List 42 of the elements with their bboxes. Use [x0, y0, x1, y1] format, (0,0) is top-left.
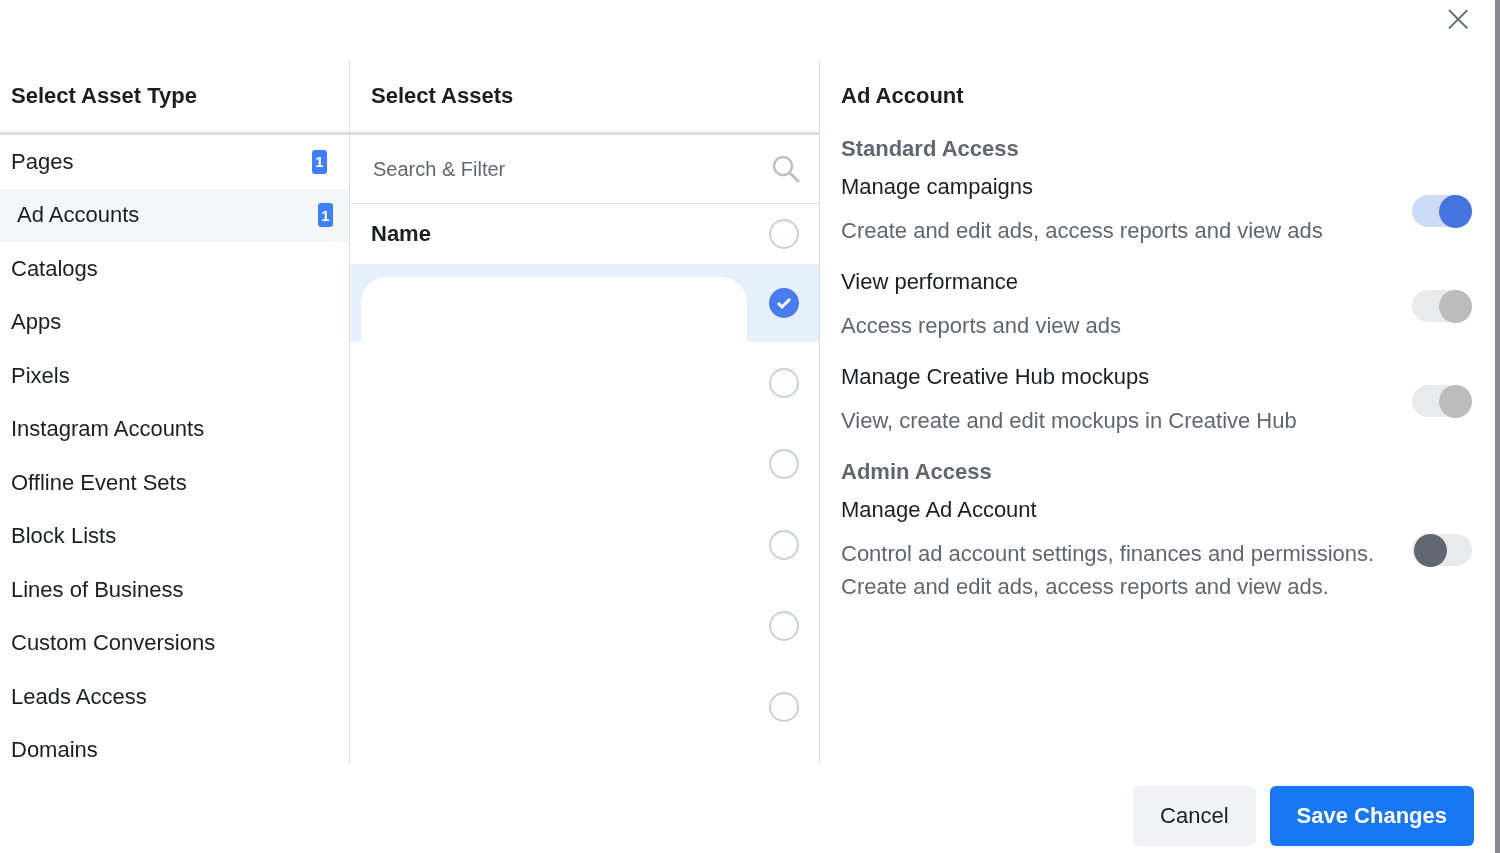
permission-title: Manage Creative Hub mockups: [841, 364, 1151, 390]
asset-type-item[interactable]: Pixels: [0, 349, 349, 403]
permission-title: View performance: [841, 269, 1019, 295]
asset-type-item[interactable]: Pages 1: [0, 135, 349, 189]
column-title: Select Assets: [371, 83, 514, 109]
count-badge: 1: [318, 203, 333, 228]
asset-checkbox[interactable]: [769, 367, 799, 398]
asset-type-item[interactable]: Apps: [0, 295, 349, 349]
permission-description: View, create and edit mockups in Creative Hub: [841, 407, 1297, 435]
asset-type-item[interactable]: Block Lists: [0, 509, 349, 563]
asset-type-item[interactable]: Domains: [0, 723, 349, 764]
save-button[interactable]: Save Changes: [1269, 786, 1474, 846]
asset-type-item[interactable]: Custom Conversions: [0, 616, 349, 670]
section-heading: Admin Access: [841, 459, 993, 485]
count-badge: 1: [312, 149, 327, 174]
asset-checkbox[interactable]: [769, 529, 799, 560]
toggle-switch[interactable]: [1412, 534, 1472, 566]
column-title: Select Asset Type: [11, 83, 197, 109]
select-all-checkbox[interactable]: [769, 219, 799, 249]
asset-type-item[interactable]: Instagram Accounts: [0, 402, 349, 456]
asset-type-item[interactable]: Lines of Business: [0, 563, 349, 617]
asset-checkbox[interactable]: [769, 448, 799, 479]
asset-checkbox[interactable]: [769, 691, 799, 722]
search-icon: [771, 154, 801, 184]
asset-type-item[interactable]: Catalogs: [0, 242, 349, 296]
permission-description: Control ad account settings, finances and permissions. Create and edit ads, access reports and view ads.: [841, 540, 1376, 601]
permission-title: Manage campaigns: [841, 174, 1034, 200]
permission-description: Access reports and view ads: [841, 312, 1122, 340]
permission-description: Create and edit ads, access reports and view ads: [841, 217, 1323, 245]
column-header: Name: [371, 221, 431, 247]
search-field[interactable]: Search & Filter: [371, 156, 765, 182]
asset-type-item[interactable]: Ad Accounts 1: [0, 188, 349, 242]
cancel-button[interactable]: Cancel: [1133, 786, 1256, 846]
section-heading: Standard Access: [841, 136, 1020, 162]
column-title: Ad Account: [841, 83, 964, 109]
permission-title: Manage Ad Account: [841, 497, 1038, 523]
close-button[interactable]: ×: [1438, 0, 1478, 38]
toggle-switch[interactable]: [1412, 194, 1472, 227]
asset-type-item[interactable]: Offline Event Sets: [0, 456, 349, 510]
asset-checkbox[interactable]: [769, 610, 799, 641]
asset-checkbox[interactable]: [769, 288, 799, 318]
asset-type-item[interactable]: Leads Access: [0, 670, 349, 724]
